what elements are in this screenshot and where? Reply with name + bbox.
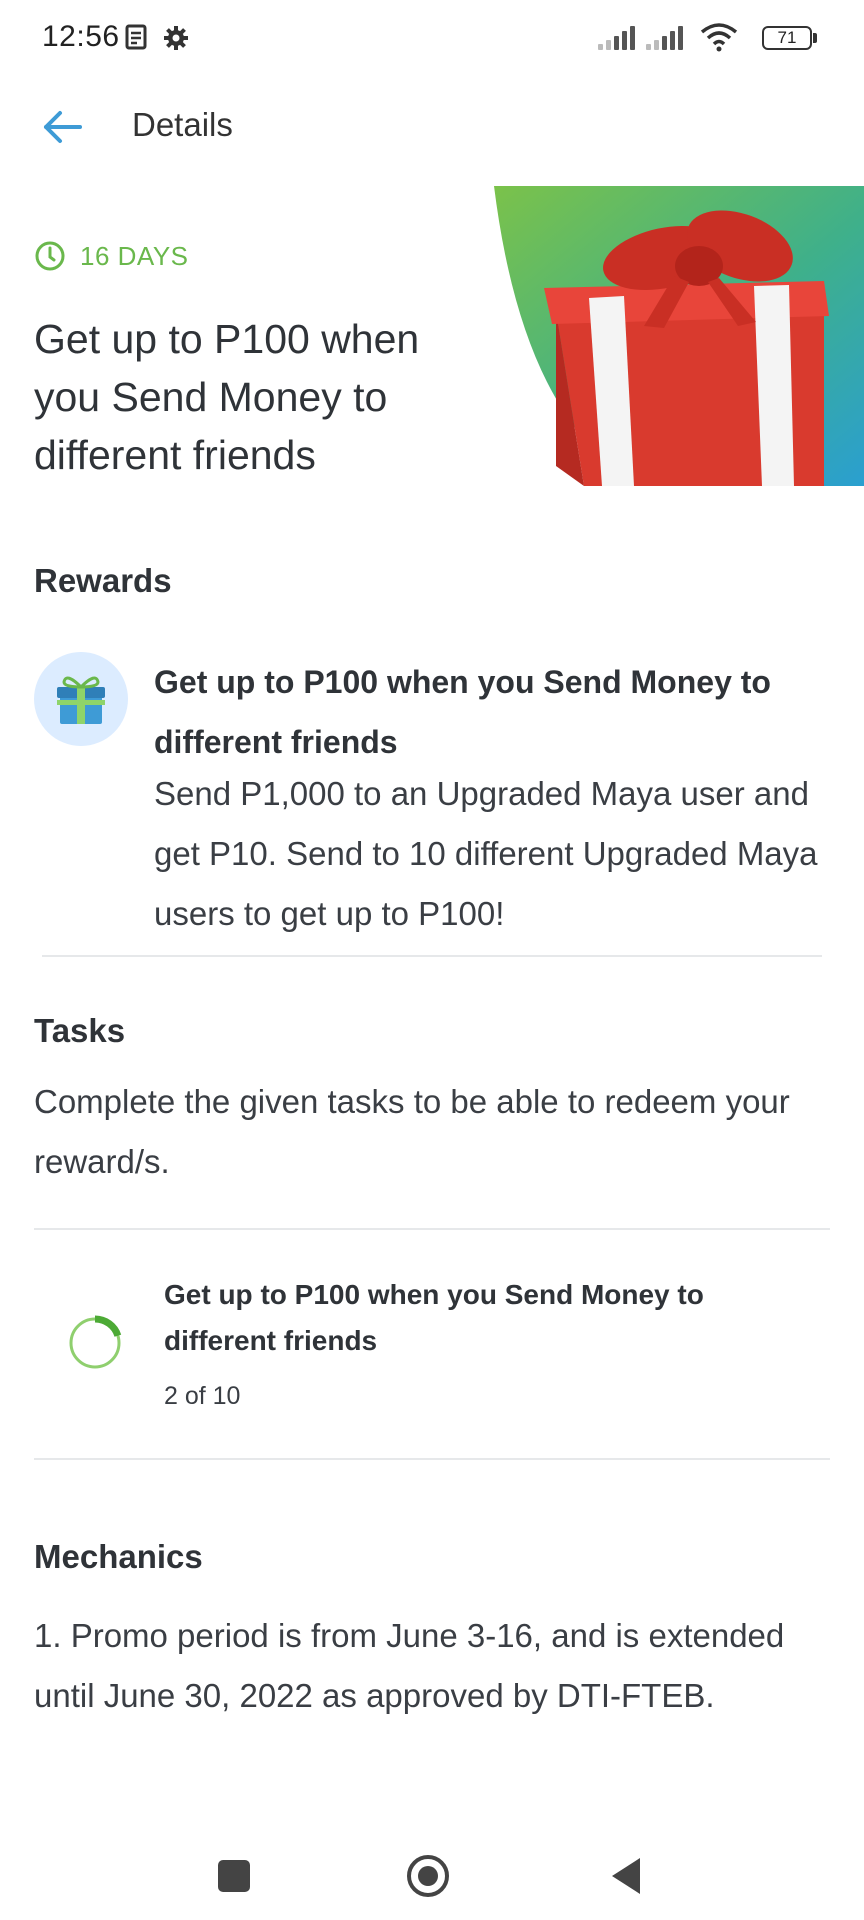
task-title: Get up to P100 when you Send Money to di… [164, 1279, 704, 1356]
gift-box-illustration [494, 186, 864, 486]
divider [42, 955, 822, 957]
task-progress-text: 2 of 10 [164, 1382, 241, 1410]
gift-icon [57, 676, 105, 724]
reward-title: Get up to P100 when you Send Money to di… [154, 664, 771, 760]
recent-apps-button[interactable] [204, 1846, 264, 1906]
promo-title: Get up to P100 when you Send Money to di… [34, 316, 420, 478]
home-button[interactable] [398, 1846, 458, 1906]
notes-icon [124, 24, 150, 57]
reward-icon-container [34, 652, 128, 746]
home-icon [407, 1855, 449, 1897]
system-nav-bar [0, 1820, 864, 1920]
reward-description: Send P1,000 to an Upgraded Maya user and… [154, 775, 818, 932]
status-time: 12:56 [42, 20, 120, 53]
mechanics-heading: Mechanics [34, 1538, 203, 1575]
wifi-icon [700, 22, 738, 57]
task-progress-ring [67, 1315, 123, 1371]
tasks-heading: Tasks [34, 1012, 126, 1049]
clock-icon [35, 241, 65, 271]
battery-tip [813, 33, 817, 43]
back-button[interactable] [30, 95, 94, 159]
task-row[interactable]: Get up to P100 when you Send Money to di… [34, 1232, 830, 1458]
days-remaining: 16 DAYS [34, 240, 189, 272]
days-label: 16 DAYS [80, 240, 189, 271]
signal-icon [646, 24, 683, 50]
divider [34, 1458, 830, 1460]
status-bar: 12:56 71 [0, 0, 864, 80]
back-nav-button[interactable] [596, 1846, 656, 1906]
tasks-description: Complete the given tasks to be able to r… [34, 1083, 790, 1180]
recent-apps-icon [218, 1860, 250, 1892]
back-triangle-icon [612, 1858, 640, 1894]
page-title: Details [132, 106, 233, 143]
gear-icon [162, 24, 190, 57]
rewards-heading: Rewards [34, 562, 172, 599]
arrow-left-icon [44, 111, 82, 143]
battery-icon: 71 [762, 26, 812, 50]
signal-icon [598, 24, 635, 50]
divider [34, 1228, 830, 1230]
mechanics-text: 1. Promo period is from June 3-16, and i… [34, 1617, 785, 1714]
